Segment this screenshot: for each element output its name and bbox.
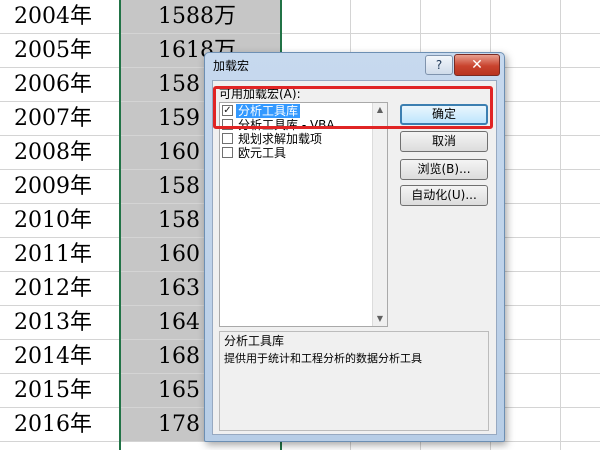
year-cell[interactable]: 2012年 bbox=[0, 272, 120, 305]
dialog-body: 可用加载宏(A): ✓ 分析工具库 分析工具库 - VBA 规划求解加载项 欧元… bbox=[212, 80, 497, 435]
dialog-title: 加载宏 bbox=[213, 59, 250, 73]
addin-label: 欧元工具 bbox=[238, 146, 287, 160]
ok-button[interactable]: 确定 bbox=[400, 104, 488, 125]
addin-item-euro-tools[interactable]: 欧元工具 bbox=[222, 146, 372, 160]
addin-item-analysis-toolpak[interactable]: ✓ 分析工具库 bbox=[222, 104, 372, 118]
year-cell[interactable]: 2008年 bbox=[0, 136, 120, 169]
cancel-button[interactable]: 取消 bbox=[400, 131, 488, 152]
sheet-row: 2004年 1588万 bbox=[0, 0, 600, 34]
browse-button[interactable]: 浏览(B)... bbox=[400, 159, 488, 180]
close-button[interactable]: ✕ bbox=[454, 54, 500, 76]
year-cell[interactable]: 2006年 bbox=[0, 68, 120, 101]
year-cell[interactable]: 2010年 bbox=[0, 204, 120, 237]
value-cell[interactable]: 1588万 bbox=[120, 0, 281, 33]
addin-checkbox[interactable] bbox=[222, 119, 233, 130]
selection-border-left bbox=[119, 0, 121, 450]
year-cell[interactable]: 2011年 bbox=[0, 238, 120, 271]
year-cell[interactable]: 2013年 bbox=[0, 306, 120, 339]
description-title: 分析工具库 bbox=[224, 334, 285, 348]
addin-checkbox[interactable]: ✓ bbox=[222, 105, 233, 116]
addin-label: 规划求解加载项 bbox=[238, 132, 323, 146]
addin-label: 分析工具库 - VBA bbox=[238, 118, 335, 132]
addin-item-analysis-toolpak-vba[interactable]: 分析工具库 - VBA bbox=[222, 118, 372, 132]
year-cell[interactable]: 2015年 bbox=[0, 374, 120, 407]
list-scrollbar[interactable]: ▲ ▼ bbox=[372, 103, 387, 326]
addin-item-solver[interactable]: 规划求解加载项 bbox=[222, 132, 372, 146]
available-addins-label: 可用加载宏(A): bbox=[219, 87, 301, 101]
year-cell[interactable]: 2004年 bbox=[0, 0, 120, 33]
scroll-down-icon[interactable]: ▼ bbox=[375, 314, 385, 324]
addin-label: 分析工具库 bbox=[236, 104, 301, 118]
scroll-up-icon[interactable]: ▲ bbox=[375, 105, 385, 115]
year-cell[interactable]: 2014年 bbox=[0, 340, 120, 373]
addin-checkbox[interactable] bbox=[222, 133, 233, 144]
year-cell[interactable]: 2016年 bbox=[0, 408, 120, 441]
dialog-titlebar[interactable]: 加载宏 ? ✕ bbox=[205, 53, 504, 79]
year-cell[interactable]: 2009年 bbox=[0, 170, 120, 203]
addin-description-box: 分析工具库 提供用于统计和工程分析的数据分析工具 bbox=[219, 331, 489, 431]
description-text: 提供用于统计和工程分析的数据分析工具 bbox=[224, 352, 422, 365]
year-cell[interactable]: 2007年 bbox=[0, 102, 120, 135]
year-cell[interactable]: 2005年 bbox=[0, 34, 120, 67]
help-button[interactable]: ? bbox=[425, 55, 453, 75]
addins-list[interactable]: ✓ 分析工具库 分析工具库 - VBA 规划求解加载项 欧元工具 ▲ ▼ bbox=[219, 102, 388, 327]
addin-checkbox[interactable] bbox=[222, 147, 233, 158]
automation-button[interactable]: 自动化(U)... bbox=[400, 185, 488, 206]
add-ins-dialog: 加载宏 ? ✕ 可用加载宏(A): ✓ 分析工具库 分析工具库 - VBA 规划… bbox=[204, 52, 505, 442]
